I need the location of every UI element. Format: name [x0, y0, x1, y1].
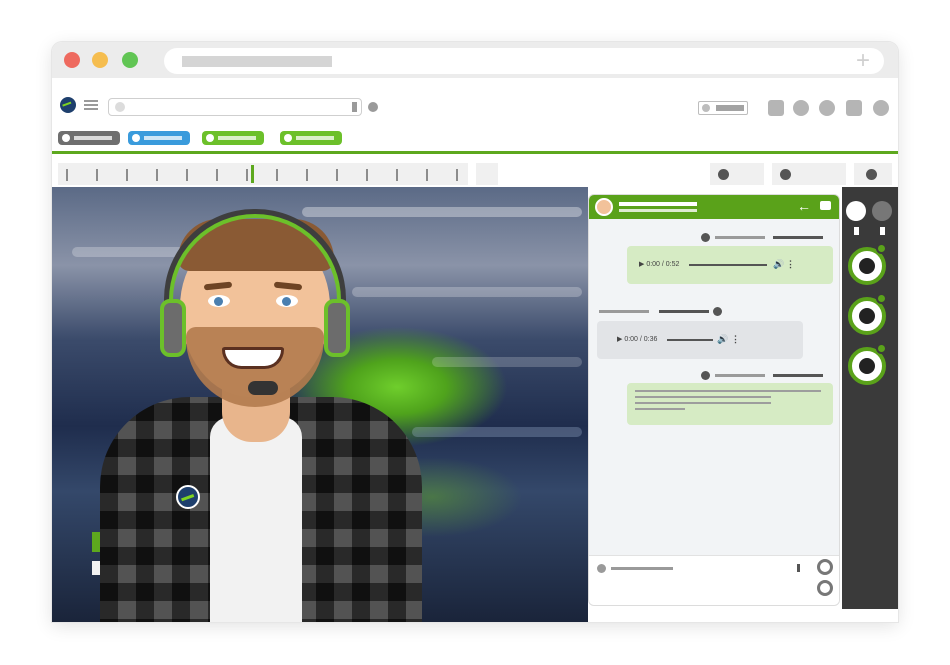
status-toggle-button[interactable]	[698, 101, 748, 115]
contact-status	[619, 209, 697, 212]
chat-header: ←	[589, 195, 839, 219]
chat-panel: ← ▶ 0:00 / 0:52 🔊 ⋮ ▶ 0:00 / 0:36 🔊 ⋮	[588, 194, 840, 606]
hamburger-icon[interactable]	[84, 100, 98, 110]
text-message	[627, 383, 833, 425]
audio-progress[interactable]	[689, 264, 767, 266]
check-circle-icon	[701, 371, 710, 380]
message-composer	[589, 555, 839, 605]
browser-window: + ← ▶ 0:00 / 0:52 🔊 ⋮ ▶ 0:00 / 0:36 🔊 ⋮	[52, 42, 898, 622]
headset-earcup	[324, 299, 350, 357]
avatar-mouth	[222, 347, 284, 369]
tab-4[interactable]	[280, 131, 342, 145]
avatar-tshirt	[210, 417, 302, 622]
plus-icon[interactable]: +	[856, 49, 870, 73]
message-meta	[773, 374, 823, 377]
search-icon	[115, 102, 125, 112]
online-status-badge	[876, 243, 887, 254]
message-meta	[715, 374, 765, 377]
emoji-icon[interactable]	[597, 564, 606, 573]
timeline-bar	[52, 157, 898, 187]
rail-toggle-on[interactable]	[846, 201, 866, 221]
headset-earcup	[160, 299, 186, 357]
title-bar: +	[52, 42, 898, 78]
logo-icon[interactable]	[60, 97, 76, 113]
message-meta	[659, 310, 709, 313]
record-audio-button[interactable]	[817, 559, 833, 575]
minimize-icon[interactable]	[92, 52, 108, 68]
logo-badge-icon	[176, 485, 200, 509]
check-circle-icon	[701, 233, 710, 242]
app-toolbar	[52, 78, 898, 154]
audio-player-time[interactable]: ▶ 0:00 / 0:52	[639, 261, 679, 269]
volume-icon[interactable]: 🔊	[717, 335, 728, 344]
tab-3[interactable]	[202, 131, 264, 145]
message-input[interactable]	[611, 567, 673, 570]
video-feed	[52, 187, 588, 622]
record-control[interactable]	[710, 163, 764, 185]
address-bar[interactable]: +	[164, 48, 884, 74]
audio-progress[interactable]	[667, 339, 713, 341]
chat-bubble-icon[interactable]	[820, 201, 831, 210]
tab-2[interactable]	[128, 131, 190, 145]
message-meta	[773, 236, 823, 239]
record-icon	[718, 169, 729, 180]
participants-rail	[842, 187, 898, 609]
more-vertical-icon[interactable]: ⋮	[731, 335, 740, 344]
tab-1[interactable]	[58, 131, 120, 145]
toolbar-square-icon[interactable]	[846, 100, 862, 116]
search-input[interactable]	[108, 98, 362, 116]
audio-player-time[interactable]: ▶ 0:00 / 0:36	[617, 336, 657, 344]
attach-icon[interactable]	[797, 564, 800, 572]
arrow-left-icon[interactable]: ←	[797, 198, 811, 214]
camera-control[interactable]	[772, 163, 846, 185]
microphone-icon	[248, 381, 278, 395]
audio-message: ▶ 0:00 / 0:52 🔊 ⋮	[627, 246, 833, 284]
rail-toggle-off[interactable]	[872, 201, 892, 221]
search-cursor	[352, 102, 357, 112]
online-status-badge	[876, 293, 887, 304]
playhead-marker[interactable]	[251, 165, 254, 183]
check-circle-icon	[713, 307, 722, 316]
location-control[interactable]	[854, 163, 892, 185]
toolbar-circle-icon[interactable]	[819, 100, 835, 116]
timeline-end-button[interactable]	[476, 163, 498, 185]
toolbar-circle-icon[interactable]	[873, 100, 889, 116]
send-button[interactable]	[817, 580, 833, 596]
message-meta	[599, 310, 649, 313]
search-button[interactable]	[368, 102, 378, 112]
maximize-icon[interactable]	[122, 52, 138, 68]
online-status-badge	[876, 343, 887, 354]
audio-message: ▶ 0:00 / 0:36 🔊 ⋮	[597, 321, 803, 359]
pin-icon	[866, 169, 877, 180]
message-meta	[715, 236, 765, 239]
status-toggle-label	[716, 105, 744, 111]
timeline-ruler[interactable]	[58, 163, 468, 185]
volume-icon[interactable]: 🔊	[773, 260, 784, 269]
contact-name	[619, 202, 697, 206]
avatar[interactable]	[595, 198, 613, 216]
toolbar-circle-icon[interactable]	[793, 100, 809, 116]
camera-icon	[780, 169, 791, 180]
status-dot-icon	[702, 104, 710, 112]
close-icon[interactable]	[64, 52, 80, 68]
url-placeholder	[182, 56, 332, 67]
more-vertical-icon[interactable]: ⋮	[786, 260, 795, 269]
toolbar-square-icon[interactable]	[768, 100, 784, 116]
